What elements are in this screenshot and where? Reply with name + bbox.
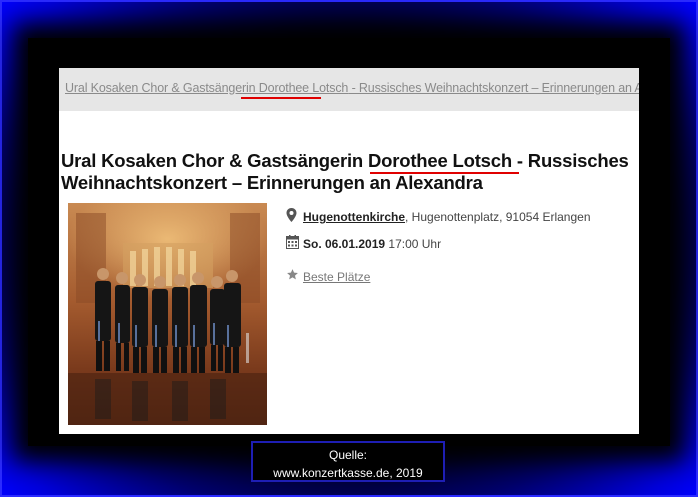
source-label: Quelle: (328, 448, 368, 462)
title-highlight: Dorothee Lotsch (367, 150, 512, 171)
breadcrumb[interactable]: Ural Kosaken Chor & Gastsängerin Dorothe… (65, 81, 639, 95)
red-underline-small (241, 97, 321, 99)
event-date: So. 06.01.2019 (303, 237, 386, 251)
breadcrumb-text-start[interactable]: Ural Kosaken Chor & Gastsängerin (65, 81, 259, 95)
breadcrumb-highlight[interactable]: Dorothee Lotsch (259, 81, 349, 95)
event-title: Ural Kosaken Chor & Gastsängerin Dorothe… (61, 150, 637, 194)
source-text: www.konzertkasse.de, 2019 (273, 466, 423, 480)
venue-address: , Hugenottenplatz, 91054 Erlangen (405, 210, 591, 224)
choir-photo-image (68, 203, 267, 425)
web-page-screenshot: Ural Kosaken Chor & Gastsängerin Dorothe… (59, 68, 639, 434)
map-pin-icon (286, 208, 300, 222)
red-underline-large (370, 172, 519, 174)
venue-text: Hugenottenkirche, Hugenottenplatz, 91054… (303, 210, 591, 224)
choir-photo (68, 203, 267, 425)
calendar-icon (286, 235, 300, 249)
breadcrumb-text-end[interactable]: - Russisches Weihnachtskonzert – Erinner… (348, 81, 639, 95)
star-icon (286, 268, 300, 282)
date-text: So. 06.01.2019 17:00 Uhr (303, 237, 441, 251)
best-seats-link[interactable]: Beste Plätze (303, 270, 370, 284)
venue-name-link[interactable]: Hugenottenkirche (303, 210, 405, 224)
title-text-start: Ural Kosaken Chor & Gastsängerin (61, 150, 368, 171)
event-time: 17:00 Uhr (385, 237, 442, 251)
breadcrumb-bar: Ural Kosaken Chor & Gastsängerin Dorothe… (59, 68, 639, 111)
source-caption: Quelle: www.konzertkasse.de, 2019 (251, 441, 445, 482)
